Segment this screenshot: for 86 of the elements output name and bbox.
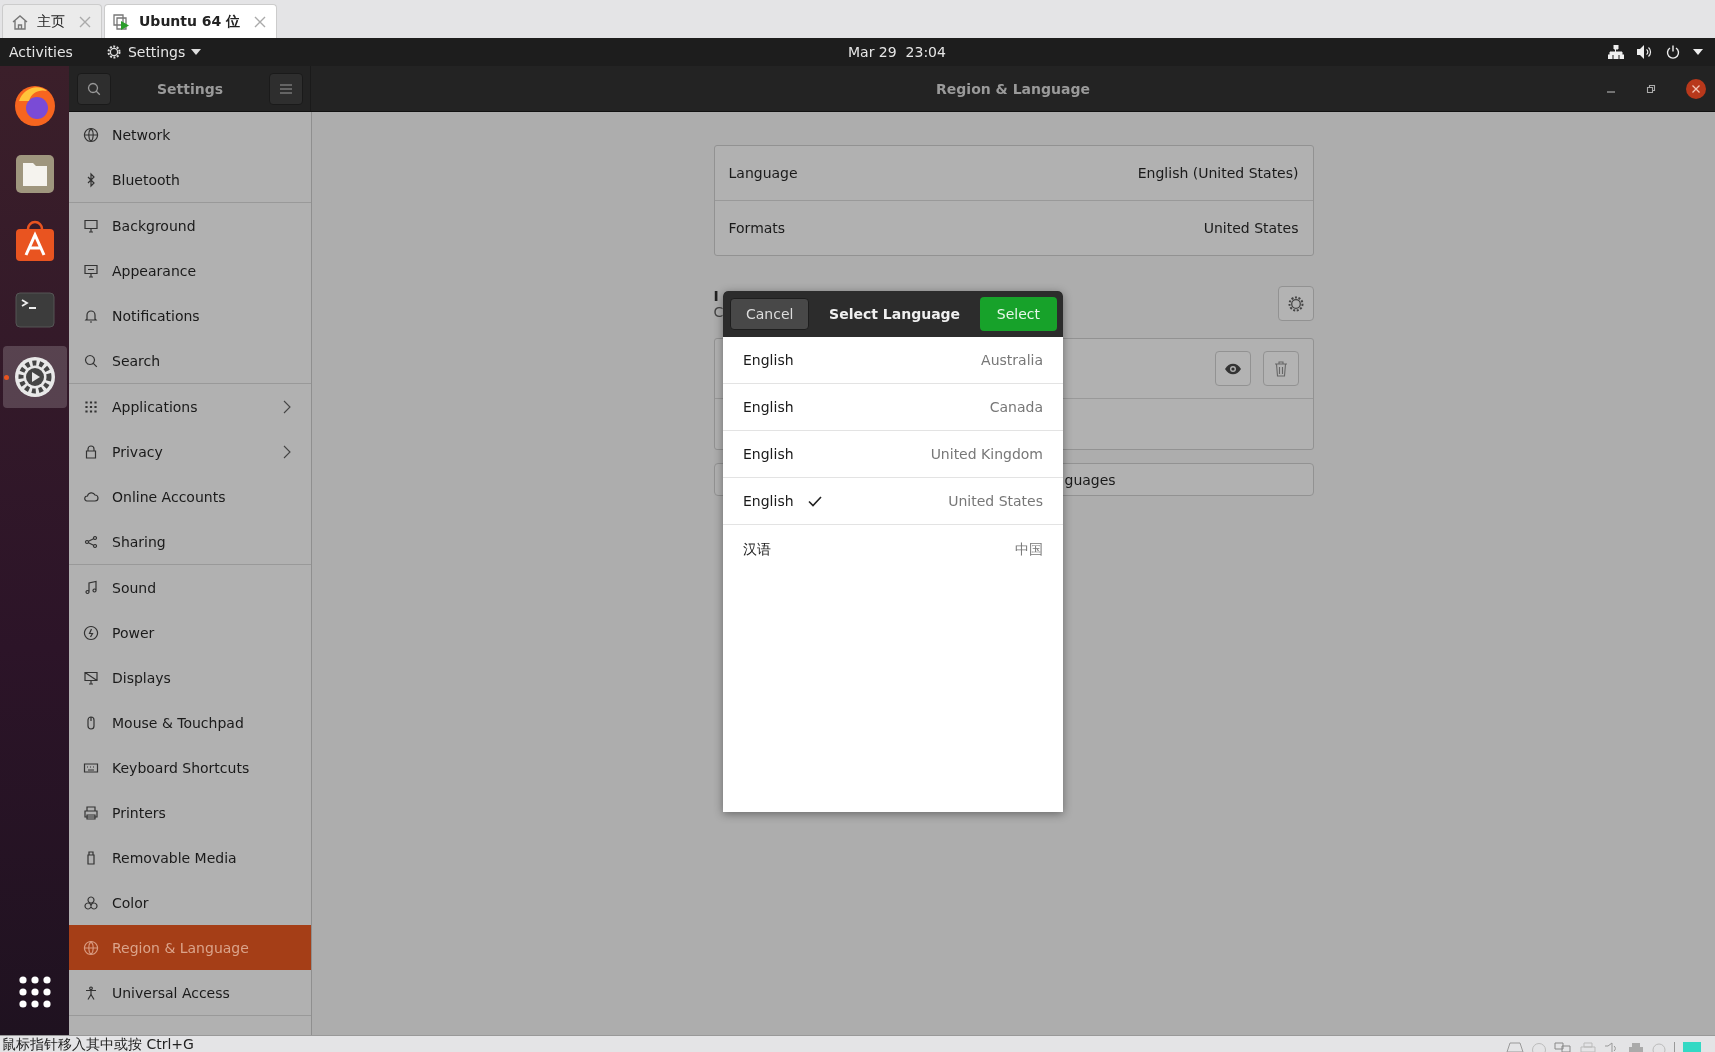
activities-button[interactable]: Activities: [0, 44, 82, 60]
globe-icon: [83, 939, 99, 956]
language-item[interactable]: English Australia: [723, 337, 1063, 384]
sidebar-item[interactable]: Appearance: [69, 248, 311, 293]
sidebar-item[interactable]: Bluetooth: [69, 157, 311, 202]
section-heading: I: [713, 287, 720, 304]
bell-icon: [83, 307, 99, 324]
sidebar-item[interactable]: Color: [69, 880, 311, 925]
gear-icon: [1286, 294, 1305, 313]
share-icon: [83, 533, 99, 550]
sidebar-item[interactable]: Power: [69, 610, 311, 655]
sidebar-item[interactable]: Applications: [69, 384, 311, 429]
search-icon: [86, 80, 102, 97]
search-icon: [83, 352, 99, 369]
monitor-icon: [83, 217, 99, 234]
cancel-button[interactable]: Cancel: [730, 298, 810, 330]
settings-button[interactable]: [1277, 286, 1314, 321]
sidebar-item[interactable]: Universal Access: [69, 970, 311, 1015]
region-name: 中国: [1015, 541, 1043, 559]
language-name: English: [743, 399, 794, 415]
menu-button[interactable]: [269, 72, 303, 105]
sidebar-item[interactable]: Removable Media: [69, 835, 311, 880]
region-name: United Kingdom: [930, 446, 1043, 462]
sidebar-item[interactable]: Printers: [69, 790, 311, 835]
language-item[interactable]: English United Kingdom: [723, 431, 1063, 478]
checkmark-icon: [807, 495, 822, 507]
drive-icon[interactable]: [1506, 1042, 1524, 1052]
monitor-icon: [83, 669, 99, 686]
delete-button[interactable]: [1262, 351, 1299, 386]
sidebar-item[interactable]: Sound: [69, 565, 311, 610]
close-icon[interactable]: [1686, 78, 1706, 99]
app-grid-icon[interactable]: [17, 975, 52, 1009]
lock-icon: [83, 443, 99, 460]
region-name: Australia: [981, 352, 1043, 368]
settings-row[interactable]: Formats United States: [714, 200, 1313, 255]
search-button[interactable]: [77, 72, 111, 105]
sidebar-item[interactable]: Mouse & Touchpad: [69, 700, 311, 745]
app-menu[interactable]: Settings: [105, 44, 202, 60]
running-indicator: [3, 375, 9, 380]
sidebar-item[interactable]: Network: [69, 112, 311, 157]
language-item[interactable]: 汉语 中国: [723, 525, 1063, 575]
grid-icon: [83, 398, 99, 415]
home-icon: [11, 13, 29, 30]
volume-icon[interactable]: [1637, 45, 1653, 59]
person-icon: [83, 984, 99, 1001]
power-icon[interactable]: [1666, 45, 1680, 59]
monitor-icon: [83, 262, 99, 279]
caret-icon[interactable]: [1693, 49, 1703, 55]
region-name: United States: [948, 493, 1043, 509]
language-name: English: [743, 446, 794, 462]
status-hint: 鼠标指针移入其中或按 Ctrl+G: [1, 1036, 194, 1052]
vm-icon: [113, 12, 131, 31]
sidebar-item[interactable]: Search: [69, 338, 311, 383]
sidebar-title: Settings: [156, 80, 224, 97]
power-icon: [83, 624, 99, 641]
gear-icon: [105, 44, 122, 60]
restore-icon[interactable]: [1646, 83, 1656, 94]
trash-icon: [1273, 360, 1288, 377]
language-name: 汉语: [743, 541, 771, 559]
color-circles-icon: [83, 894, 99, 911]
printer-icon: [83, 804, 99, 821]
sidebar-item[interactable]: Sharing: [69, 519, 311, 564]
sidebar-item[interactable]: Keyboard Shortcuts: [69, 745, 311, 790]
language-name: English: [743, 493, 794, 509]
caret-icon: [191, 49, 202, 55]
sidebar-item[interactable]: Notifications: [69, 293, 311, 338]
globe-icon: [83, 126, 99, 143]
clock[interactable]: Mar 29 23:04: [848, 44, 946, 60]
preview-button[interactable]: [1214, 351, 1251, 386]
language-item[interactable]: English United States: [723, 478, 1063, 525]
sidebar-item[interactable]: Online Accounts: [69, 474, 311, 519]
settings-row[interactable]: Language English (United States): [714, 146, 1313, 200]
sidebar-item[interactable]: Background: [69, 203, 311, 248]
region-name: Canada: [989, 399, 1043, 415]
section-subtitle: C: [713, 303, 724, 320]
sidebar-item[interactable]: Displays: [69, 655, 311, 700]
eye-icon: [1223, 362, 1242, 375]
music-note-icon: [83, 579, 99, 596]
language-item[interactable]: English Canada: [723, 384, 1063, 431]
sidebar-item[interactable]: Privacy: [69, 429, 311, 474]
language-name: English: [743, 352, 794, 368]
browser-tab[interactable]: Ubuntu 64 位: [104, 4, 278, 38]
menu-icon: [279, 82, 293, 95]
browser-tab[interactable]: 主页: [2, 4, 102, 38]
dialog-title: Select Language: [829, 306, 961, 322]
window-title: Region & Language: [936, 80, 1090, 97]
